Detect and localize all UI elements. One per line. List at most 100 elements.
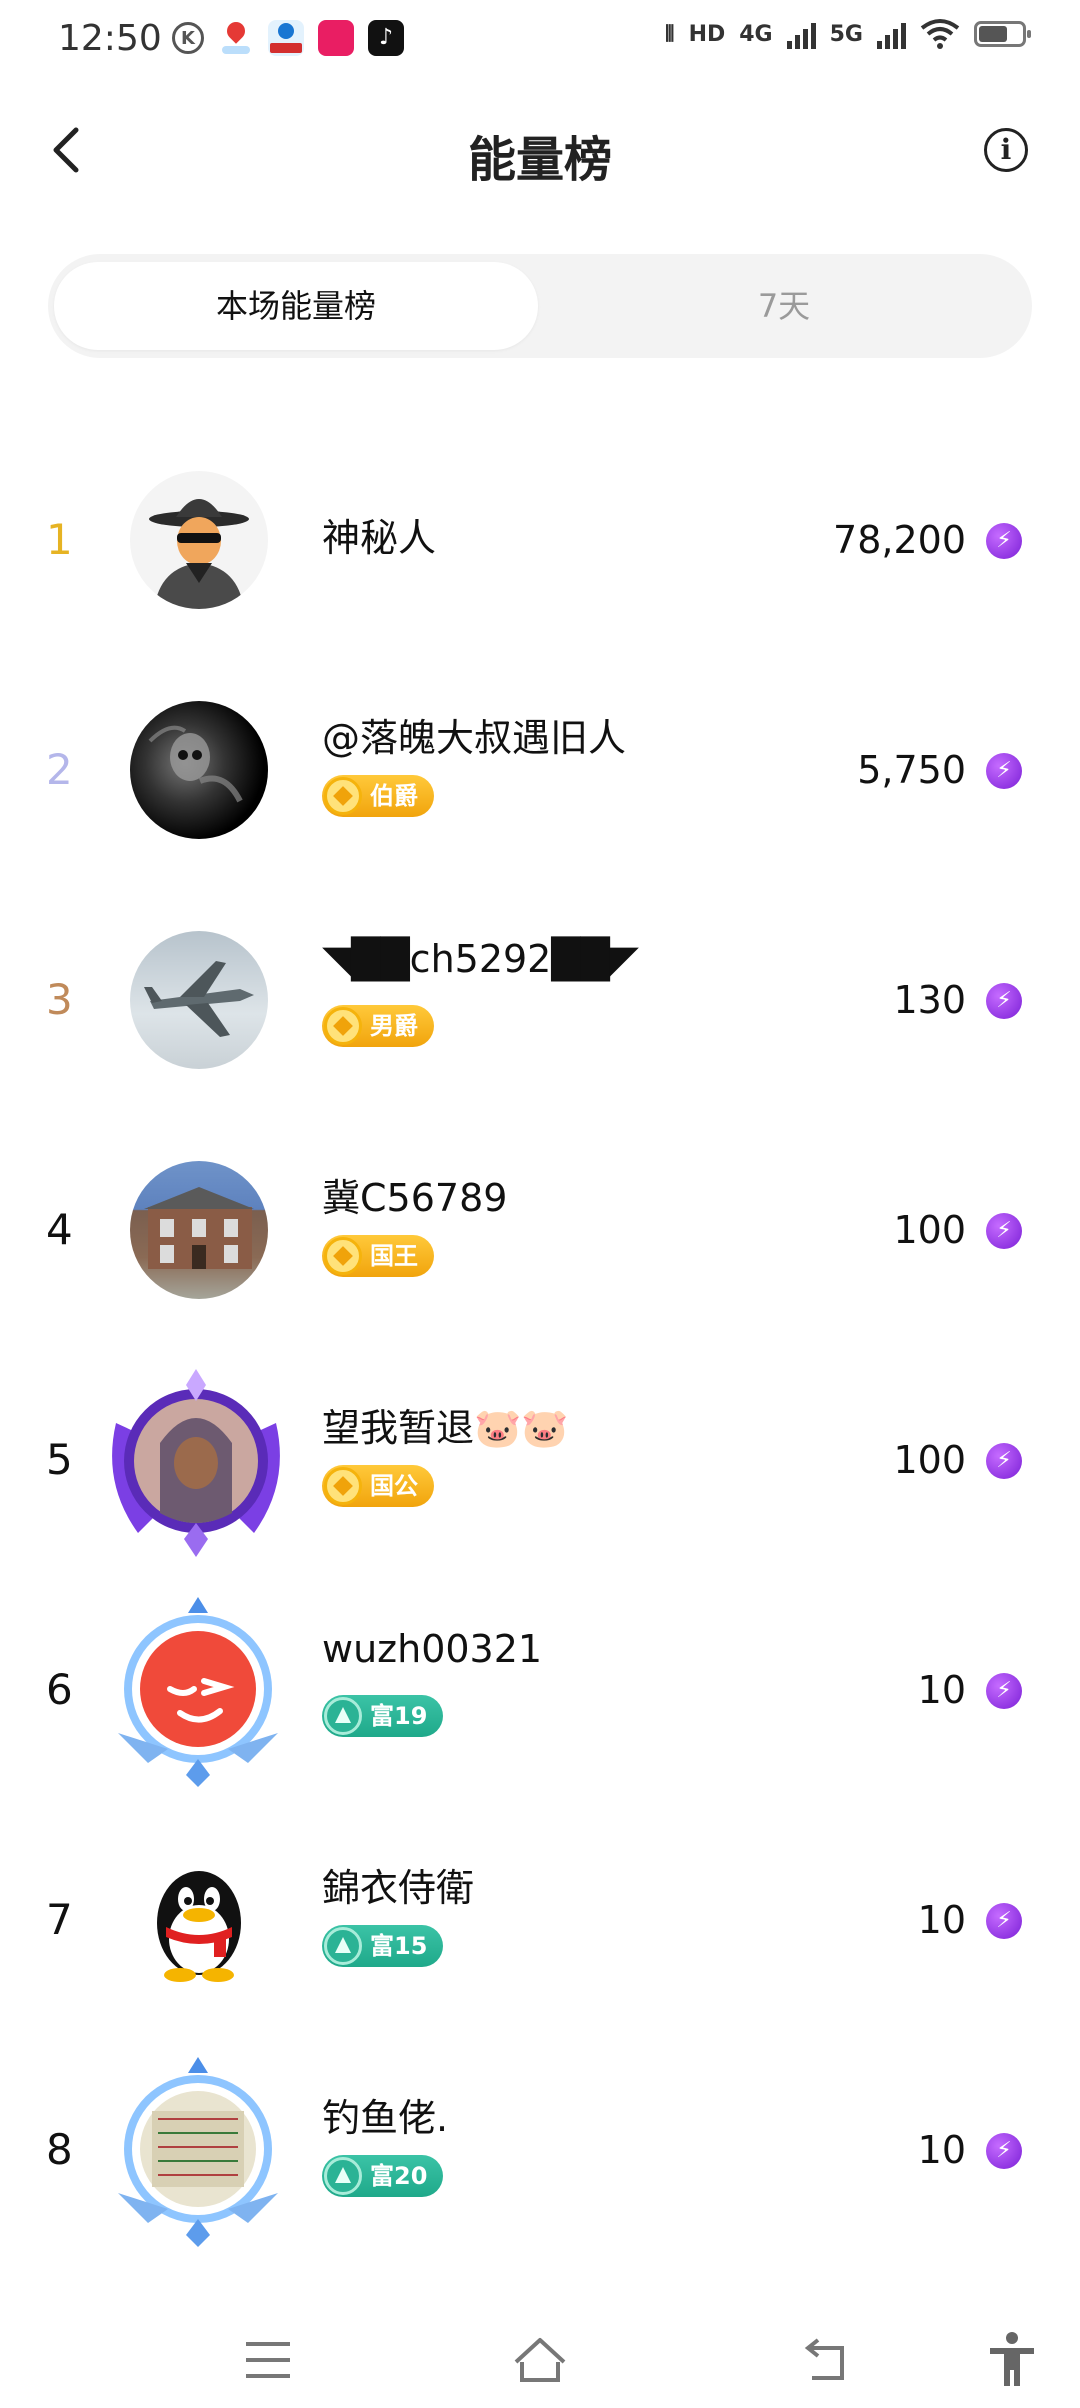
noble-badge: 国王 bbox=[322, 1235, 434, 1277]
status-bar: 12:50 K ♪ ⦀ HD 4G 5G bbox=[0, 0, 1080, 84]
energy-score: 10 bbox=[917, 1898, 966, 1942]
energy-score: 78,200 bbox=[833, 518, 966, 562]
energy-score: 100 bbox=[893, 1208, 966, 1252]
network-4g-label: 4G bbox=[739, 21, 773, 47]
energy-icon bbox=[986, 1443, 1022, 1479]
mystery-person-icon bbox=[149, 499, 249, 609]
rank-number: 6 bbox=[46, 1665, 73, 1714]
user-name: 钓鱼佬. bbox=[322, 2096, 449, 2140]
avatar-frame-blue[interactable] bbox=[108, 2053, 288, 2249]
home-icon[interactable] bbox=[510, 2330, 570, 2390]
page: 12:50 K ♪ ⦀ HD 4G 5G 能量榜 i 本场能量榜 7天 1 神秘… bbox=[0, 0, 1080, 2408]
red-app-icon bbox=[318, 20, 354, 56]
badge-label: 富20 bbox=[370, 2162, 428, 2190]
energy-score: 100 bbox=[893, 1438, 966, 1482]
ranking-list: 1 神秘人 78,200 2 bbox=[0, 425, 1080, 2265]
badge-label: 国王 bbox=[370, 1242, 418, 1270]
info-icon: i bbox=[1000, 133, 1012, 166]
badge-level-icon bbox=[324, 2157, 362, 2195]
rank-number: 4 bbox=[46, 1205, 73, 1254]
penguin-icon bbox=[157, 1871, 241, 1982]
energy-icon bbox=[986, 1673, 1022, 1709]
ranking-row[interactable]: 2 @落魄大叔遇旧人 伯爵 5,750 bbox=[0, 655, 1080, 885]
energy-icon bbox=[986, 2133, 1022, 2169]
avatar-frame-purple[interactable] bbox=[98, 1363, 294, 1559]
badge-gem-icon bbox=[324, 1467, 362, 1505]
avatar[interactable] bbox=[130, 931, 268, 1069]
notification-icons: K ♪ bbox=[172, 20, 404, 56]
badge-gem-icon bbox=[324, 1237, 362, 1275]
tab-bar: 本场能量榜 7天 bbox=[48, 254, 1032, 358]
house-image bbox=[144, 1187, 254, 1269]
ranking-row[interactable]: 1 神秘人 78,200 bbox=[0, 425, 1080, 655]
energy-score: 10 bbox=[917, 1668, 966, 1712]
user-name: 冀C56789 bbox=[322, 1176, 508, 1220]
tiktok-icon: ♪ bbox=[368, 20, 404, 56]
wifi-icon bbox=[920, 19, 960, 49]
info-button[interactable]: i bbox=[984, 128, 1028, 172]
avatar[interactable] bbox=[130, 471, 268, 609]
avatar-frame-blue[interactable] bbox=[108, 1593, 288, 1789]
airplane-image bbox=[144, 961, 254, 1037]
menu-icon[interactable] bbox=[238, 2330, 298, 2390]
energy-score: 130 bbox=[893, 978, 966, 1022]
hd-icon: HD bbox=[688, 21, 726, 47]
wealth-badge: 富15 bbox=[322, 1925, 444, 1967]
system-navigation-bar bbox=[0, 2300, 1080, 2408]
badge-gem-icon bbox=[324, 777, 362, 815]
energy-icon bbox=[986, 753, 1022, 789]
rank-number: 3 bbox=[46, 975, 73, 1024]
avatar[interactable] bbox=[130, 1851, 268, 1989]
user-name: wuzh00321 bbox=[322, 1627, 543, 1671]
user-name: 錦衣侍衛 bbox=[322, 1866, 475, 1910]
noble-badge: 男爵 bbox=[322, 1005, 434, 1047]
ranking-row[interactable]: 3 ◥██ch5292██◤ 男爵 130 bbox=[0, 885, 1080, 1115]
rank-number: 5 bbox=[46, 1435, 73, 1484]
network-5g-label: 5G bbox=[829, 21, 863, 47]
noble-badge: 国公 bbox=[322, 1465, 434, 1507]
user-name: ◥██ch5292██◤ bbox=[322, 937, 640, 981]
header: 能量榜 i bbox=[0, 100, 1080, 200]
badge-level-icon bbox=[324, 1927, 362, 1965]
accessibility-icon[interactable] bbox=[982, 2330, 1042, 2390]
ranking-row[interactable]: 5 望我暂退🐷🐷 国公 100 bbox=[0, 1345, 1080, 1575]
tab-7-days[interactable]: 7天 bbox=[542, 262, 1026, 350]
avatar[interactable] bbox=[130, 1161, 268, 1299]
noble-badge: 伯爵 bbox=[322, 775, 434, 817]
system-icons: ⦀ HD 4G 5G bbox=[664, 18, 1031, 50]
avatar[interactable] bbox=[130, 701, 268, 839]
badge-label: 伯爵 bbox=[370, 782, 418, 810]
user-name: @落魄大叔遇旧人 bbox=[322, 716, 627, 760]
skull-smoke-image bbox=[148, 725, 243, 803]
rank-number: 8 bbox=[46, 2125, 73, 2174]
page-title: 能量榜 bbox=[467, 132, 612, 188]
badge-label: 国公 bbox=[370, 1472, 418, 1500]
wealth-badge: 富19 bbox=[322, 1695, 444, 1737]
energy-score: 10 bbox=[917, 2128, 966, 2172]
energy-icon bbox=[986, 523, 1022, 559]
map-pin-icon bbox=[218, 20, 254, 56]
weather-app-icon bbox=[268, 20, 304, 56]
badge-gem-icon bbox=[324, 1007, 362, 1045]
vibrate-icon: ⦀ bbox=[664, 21, 675, 47]
energy-icon bbox=[986, 983, 1022, 1019]
k-icon: K bbox=[172, 22, 204, 54]
user-name: 望我暂退🐷🐷 bbox=[322, 1406, 569, 1450]
badge-label: 男爵 bbox=[370, 1012, 418, 1040]
badge-label: 富19 bbox=[370, 1702, 428, 1730]
ranking-row[interactable]: 7 錦衣侍衛 富15 10 ⚡ bbox=[0, 1805, 1080, 2035]
badge-level-icon bbox=[324, 1697, 362, 1735]
energy-icon bbox=[986, 1903, 1022, 1939]
tab-current-session[interactable]: 本场能量榜 bbox=[54, 262, 538, 350]
rank-number: 2 bbox=[46, 745, 73, 794]
ranking-row[interactable]: 8 钓鱼佬. 富20 10 bbox=[0, 2035, 1080, 2265]
badge-label: 富15 bbox=[370, 1932, 428, 1960]
rank-number: 7 bbox=[46, 1895, 73, 1944]
signal-icon-2 bbox=[877, 19, 906, 49]
ranking-row[interactable]: 6 wuzh00321 富19 10 bbox=[0, 1575, 1080, 1805]
ranking-row[interactable]: 4 冀C56789 国王 100 bbox=[0, 1115, 1080, 1345]
back-nav-icon[interactable] bbox=[796, 2330, 856, 2390]
status-time: 12:50 bbox=[58, 18, 162, 59]
battery-icon bbox=[974, 21, 1031, 47]
wealth-badge: 富20 bbox=[322, 2155, 444, 2197]
